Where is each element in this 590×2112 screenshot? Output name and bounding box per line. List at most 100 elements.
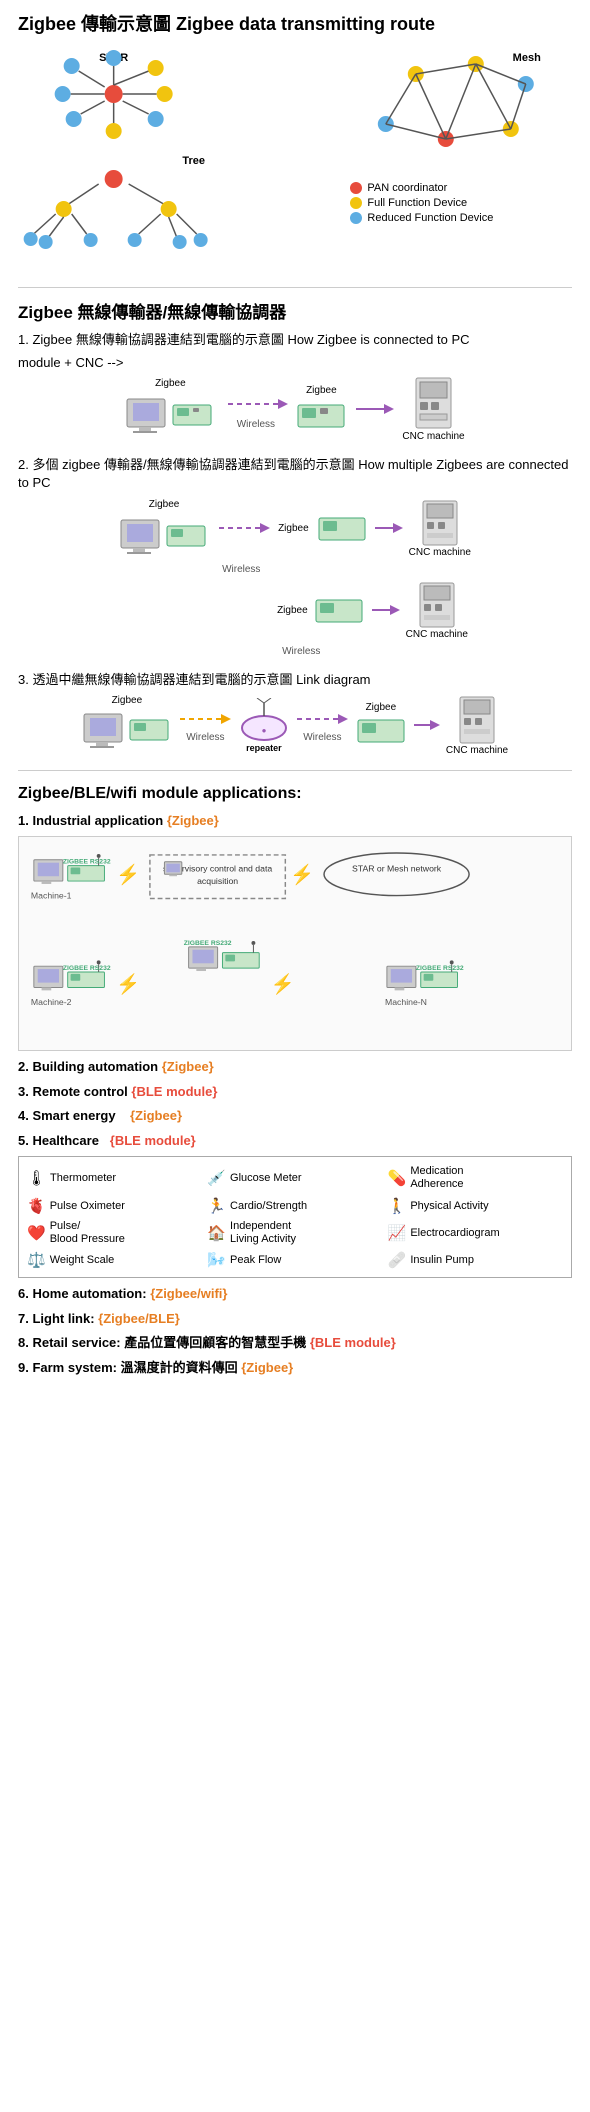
- svg-text:⚡: ⚡: [271, 973, 295, 996]
- wireless-label-2b: Wireless: [217, 646, 471, 657]
- zigbee-label-1a: Zigbee: [155, 378, 186, 389]
- svg-text:Machine-1: Machine-1: [31, 891, 72, 901]
- legend-ffd-label: Full Function Device: [367, 197, 467, 209]
- wireless-item-2-title: 2. 多個 zigbee 傳輸器/無線傳輸協調器連結到電腦的示意圖 How mu…: [18, 456, 572, 492]
- health-weight: ⚖️ Weight Scale: [27, 1251, 202, 1269]
- app-item-7: 7. Light link: {Zigbee/BLE}: [18, 1309, 572, 1329]
- wireless-label-2a: Wireless: [217, 564, 471, 575]
- wireless-arrow-1: Wireless: [223, 389, 288, 430]
- app-item-2: 2. Building automation {Zigbee}: [18, 1057, 572, 1077]
- app-1-highlight: {Zigbee}: [167, 813, 219, 828]
- svg-text:Machine-2: Machine-2: [31, 997, 72, 1007]
- cnc-arrow-2a: [373, 519, 403, 537]
- health-insulin: 🩹 Insulin Pump: [388, 1251, 563, 1269]
- svg-text:ZIGBEE RS232: ZIGBEE RS232: [416, 965, 464, 972]
- health-pulse-ox: 🫀 Pulse Oximeter: [27, 1197, 202, 1215]
- health-peakflow: 🌬️ Peak Flow: [207, 1251, 382, 1269]
- module-svg-3: [356, 713, 406, 748]
- svg-text:Mesh: Mesh: [513, 52, 541, 64]
- svg-text:STAR or Mesh network: STAR or Mesh network: [352, 864, 442, 874]
- topo-mesh-legend: Mesh: [350, 49, 572, 227]
- wireless-item-3-title: 3. 透過中繼無線傳輸協調器連結到電腦的示意圖 Link diagram: [18, 671, 572, 689]
- cnc-svg-1: [411, 376, 456, 431]
- legend-pan-dot: [350, 182, 362, 194]
- app-item-3: 3. Remote control {BLE module}: [18, 1082, 572, 1102]
- device-cnc-2a: CNC machine: [409, 499, 471, 558]
- cnc-svg-2a: [420, 499, 460, 547]
- svg-text:ZIGBEE RS232: ZIGBEE RS232: [63, 965, 111, 972]
- health-thermometer: 🌡 Thermometer: [27, 1165, 202, 1191]
- wireless-item-2: 2. 多個 zigbee 傳輸器/無線傳輸協調器連結到電腦的示意圖 How mu…: [18, 456, 572, 656]
- device-repeater: ● repeater: [239, 698, 289, 753]
- wireless-arrow-svg-2a: [217, 516, 272, 541]
- page-container: Zigbee 傳輸示意圖 Zigbee data transmitting ro…: [0, 0, 590, 1392]
- legend-rfd-label: Reduced Function Device: [367, 212, 493, 224]
- repeater-label: repeater: [246, 743, 282, 753]
- topology-diagrams: STAR: [18, 44, 572, 277]
- wireless-text-3b: Wireless: [303, 732, 341, 743]
- cnc-arrow-3: [412, 716, 440, 734]
- section-wireless: Zigbee 無線傳輸器/無線傳輸協調器 1. Zigbee 無線傳輸協調器連結…: [18, 298, 572, 756]
- diagram-3: Zigbee Wireless: [18, 695, 572, 756]
- app-item-8: 8. Retail service: 產品位置傳回顧客的智慧型手機 {BLE m…: [18, 1333, 572, 1353]
- wireless-arrow-svg-3b: [295, 707, 350, 732]
- cnc-arrow-svg-1: [354, 399, 394, 419]
- app-item-9: 9. Farm system: 溫濕度計的資料傳回 {Zigbee}: [18, 1358, 572, 1378]
- cnc-arrow-2b: [370, 601, 400, 619]
- app-item-4: 4. Smart energy {Zigbee}: [18, 1106, 572, 1126]
- legend-ffd-dot: [350, 197, 362, 209]
- wireless-item-3: 3. 透過中繼無線傳輸協調器連結到電腦的示意圖 Link diagram Zig…: [18, 671, 572, 756]
- device-cnc-2b: CNC machine: [406, 581, 468, 640]
- module-svg-2a: [317, 511, 367, 546]
- cnc-label-1: CNC machine: [402, 431, 464, 442]
- svg-text:ZIGBEE RS232: ZIGBEE RS232: [184, 940, 232, 947]
- health-living: 🏠 IndependentLiving Activity: [207, 1220, 382, 1246]
- health-medication: 💊 MedicationAdherence: [388, 1165, 563, 1191]
- legend: PAN coordinator Full Function Device Red…: [350, 182, 572, 224]
- device-pc-1: Zigbee: [125, 378, 215, 441]
- repeater-svg: ●: [239, 698, 289, 743]
- wireless-arrow-svg-1: [223, 389, 288, 419]
- health-cardio: 🏃 Cardio/Strength: [207, 1197, 382, 1215]
- legend-pan: PAN coordinator: [350, 182, 572, 194]
- wireless-title: Zigbee 無線傳輸器/無線傳輸協調器: [18, 298, 572, 323]
- wireless-arrow-3a: Wireless: [178, 707, 233, 743]
- svg-text:⚡: ⚡: [116, 863, 140, 886]
- device-module-1: Zigbee: [296, 385, 346, 433]
- svg-text:acquisition: acquisition: [197, 876, 238, 886]
- diagram-2: Zigbee: [18, 499, 572, 657]
- wireless-item-1: 1. Zigbee 無線傳輸協調器連結到電腦的示意圖 How Zigbee is…: [18, 331, 572, 442]
- svg-text:●: ●: [261, 726, 266, 735]
- legend-rfd: Reduced Function Device: [350, 212, 572, 224]
- pc-module-svg-3: [82, 706, 172, 756]
- apps-title: Zigbee/BLE/wifi module applications:: [18, 785, 572, 803]
- device-pc-2: Zigbee: [119, 499, 209, 562]
- app-item-6: 6. Home automation: {Zigbee/wifi}: [18, 1284, 572, 1304]
- topology-svg-left: STAR: [18, 49, 339, 269]
- industrial-svg: Machine-1 ZIGBEE RS232 ⚡ supervisory con…: [29, 847, 561, 1037]
- diagram-1: Zigbee: [18, 376, 572, 442]
- cnc-row-2a: Zigbee: [217, 499, 471, 558]
- section-applications: Zigbee/BLE/wifi module applications: 1. …: [18, 785, 572, 1377]
- svg-text:⚡: ⚡: [290, 863, 314, 886]
- health-bp: ❤️ Pulse/Blood Pressure: [27, 1220, 202, 1246]
- legend-pan-label: PAN coordinator: [367, 182, 447, 194]
- device-pc-3: Zigbee: [82, 695, 172, 756]
- divider-1: [18, 287, 572, 288]
- svg-text:ZIGBEE RS232: ZIGBEE RS232: [63, 859, 111, 866]
- device-module-3: Zigbee: [356, 702, 406, 748]
- wireless-item-1-title: 1. Zigbee 無線傳輸協調器連結到電腦的示意圖 How Zigbee is…: [18, 331, 572, 349]
- legend-rfd-dot: [350, 212, 362, 224]
- divider-2: [18, 770, 572, 771]
- health-physical: 🚶 Physical Activity: [388, 1197, 563, 1215]
- healthcare-grid: 🌡 Thermometer 💉 Glucose Meter 💊 Medicati…: [18, 1156, 572, 1278]
- wireless-text-3a: Wireless: [186, 732, 224, 743]
- svg-text:Machine-N: Machine-N: [385, 997, 427, 1007]
- section-topology: Zigbee 傳輸示意圖 Zigbee data transmitting ro…: [18, 10, 572, 277]
- svg-text:Tree: Tree: [182, 155, 205, 167]
- pc-module-svg-2: [119, 512, 209, 562]
- legend-ffd: Full Function Device: [350, 197, 572, 209]
- cnc-rows-2: Zigbee: [217, 499, 471, 657]
- wireless-arrow-3b: Wireless: [295, 707, 350, 743]
- wireless-text-1: Wireless: [237, 419, 275, 430]
